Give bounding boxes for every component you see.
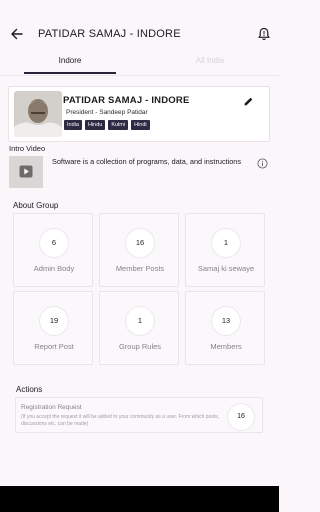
registration-description: (If you accept the request it will be ad… (21, 414, 220, 427)
stat-card-member-posts[interactable]: 16 Member Posts (99, 213, 179, 287)
stat-card-samaj-ki-sewaye[interactable]: 1 Samaj ki sewaye (185, 213, 265, 287)
about-group-label: About Group (13, 201, 59, 210)
stat-count: 13 (211, 306, 241, 336)
edit-pencil-icon[interactable] (243, 94, 254, 106)
play-icon (19, 165, 33, 178)
stat-count: 1 (211, 228, 241, 258)
group-info-card: PATIDAR SAMAJ - INDORE President - Sande… (8, 86, 270, 142)
tag-chip: Kulmi (108, 120, 129, 130)
stat-label: Member Posts (115, 264, 165, 273)
stat-count: 19 (39, 306, 69, 336)
back-arrow-icon[interactable] (10, 27, 24, 41)
registration-title: Registration Request (21, 404, 82, 411)
info-icon[interactable] (257, 156, 268, 169)
registration-request-card[interactable]: Registration Request (If you accept the … (15, 397, 263, 433)
stat-count: 16 (125, 228, 155, 258)
tab-all-india[interactable]: All India (164, 52, 256, 76)
tag-chip: Hindu (84, 120, 106, 130)
stat-label: Admin Body (33, 264, 75, 273)
notification-bell-icon[interactable] (256, 26, 272, 42)
status-bar (0, 0, 279, 18)
page-title: PATIDAR SAMAJ - INDORE (38, 28, 181, 40)
tag-chip: Hindi (131, 120, 150, 130)
stat-card-group-rules[interactable]: 1 Group Rules (99, 291, 179, 365)
stat-count: 1 (125, 306, 155, 336)
tab-divider (0, 75, 279, 76)
tab-indicator (24, 72, 116, 74)
stat-label: Report Post (34, 342, 74, 351)
group-president: President - Sandeep Patidar (66, 109, 148, 116)
stat-count: 6 (39, 228, 69, 258)
group-avatar (14, 91, 62, 137)
app-bar: PATIDAR SAMAJ - INDORE (0, 20, 279, 50)
intro-description: Software is a collection of programs, da… (52, 157, 242, 166)
actions-label: Actions (16, 385, 43, 394)
stat-card-members[interactable]: 13 Members (185, 291, 265, 365)
intro-video-thumbnail[interactable] (9, 156, 43, 188)
stat-label: Samaj ki sewaye (197, 264, 255, 273)
stat-label: Group Rules (118, 342, 162, 351)
navigation-bar (0, 486, 279, 512)
stat-card-admin-body[interactable]: 6 Admin Body (13, 213, 93, 287)
tag-chip: India (64, 120, 82, 130)
registration-count: 16 (227, 403, 255, 431)
stat-label: Members (210, 342, 242, 351)
intro-video-label: Intro Video (9, 144, 46, 153)
group-name: PATIDAR SAMAJ - INDORE (63, 95, 190, 106)
stat-card-report-post[interactable]: 19 Report Post (13, 291, 93, 365)
tab-bar: Indore All India (0, 52, 279, 76)
group-tags: India Hindu Kulmi Hindi (64, 120, 150, 130)
